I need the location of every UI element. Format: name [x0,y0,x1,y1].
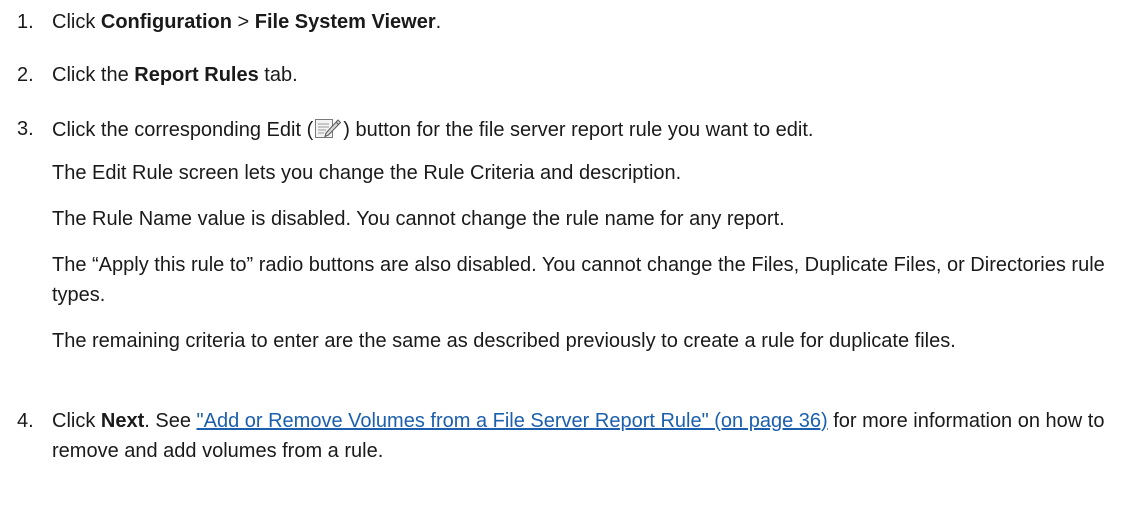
menu-configuration: Configuration [100,11,232,33]
cross-reference-link[interactable]: "Add or Remove Volumes from a File Serve… [197,410,828,432]
paragraph: The “Apply this rule to” radio buttons a… [52,254,1105,306]
step-text: Click the Report Rules tab. [52,64,298,86]
step-text: Click Configuration > File System Viewer… [52,11,442,33]
paragraph: The Rule Name value is disabled. You can… [52,208,785,230]
step-number: 4. [17,410,34,432]
step-text: Click Next. See "Add or Remove Volumes f… [52,410,1105,462]
paragraph: The remaining criteria to enter are the … [52,330,956,352]
tab-report-rules: Report Rules [134,64,259,86]
step-text: Click the corresponding Edit ( ) button … [52,116,813,143]
step-number: 3. [17,118,34,140]
paragraph: The Edit Rule screen lets you change the… [52,162,682,184]
step-number: 1. [17,11,34,33]
menu-file-system-viewer: File System Viewer [254,11,436,33]
step-number: 2. [17,64,34,86]
edit-icon [314,116,342,140]
next-button-label: Next [100,410,145,432]
